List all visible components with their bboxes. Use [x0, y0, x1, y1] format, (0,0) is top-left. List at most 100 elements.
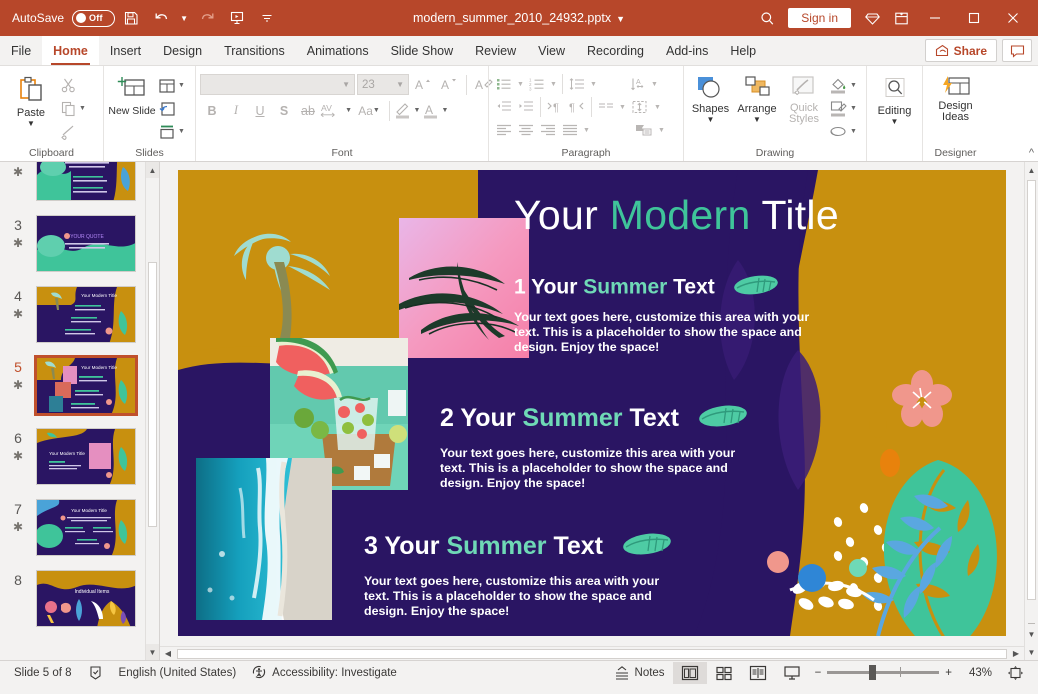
- thumbnail-slide-2[interactable]: 2 ✱ Your Modern Title: [0, 162, 145, 209]
- thumbnail-slide-6[interactable]: 6 ✱ Your Modern Title: [0, 422, 145, 493]
- align-text-dropdown-icon[interactable]: ▼: [652, 104, 663, 111]
- copy-button[interactable]: ▼: [58, 97, 88, 120]
- increase-indent-button[interactable]: [515, 96, 537, 118]
- section-2-body[interactable]: Your text goes here, customize this area…: [440, 446, 750, 491]
- thumbnail-image-3[interactable]: YOUR QUOTE: [36, 215, 136, 272]
- thumbnail-scroll-up-icon[interactable]: ▲: [146, 162, 159, 178]
- thumbnail-image-2[interactable]: Your Modern Title: [36, 162, 136, 201]
- thumbnail-image-4[interactable]: Your Modern Title: [36, 286, 136, 343]
- next-slide-icon[interactable]: ▼: [1025, 644, 1038, 660]
- thumbnail-image-5[interactable]: Your Modern Title: [36, 357, 136, 414]
- font-name-dropdown-icon[interactable]: ▼: [342, 80, 350, 89]
- shape-fill-dropdown-icon[interactable]: ▼: [850, 82, 857, 89]
- tab-help[interactable]: Help: [719, 36, 767, 65]
- bold-button[interactable]: B: [200, 99, 224, 122]
- columns-dropdown-icon[interactable]: ▼: [617, 104, 628, 111]
- font-size-input[interactable]: 23 ▼: [357, 74, 409, 95]
- zoom-in-button[interactable]: +: [945, 667, 952, 679]
- zoom-out-button[interactable]: −: [815, 667, 822, 679]
- thumbnail-scrollbar[interactable]: ▲ ▼: [145, 162, 159, 660]
- thumbnail-image-8[interactable]: Individual Items: [36, 570, 136, 627]
- align-center-button[interactable]: [515, 119, 537, 141]
- reset-button[interactable]: [156, 97, 187, 120]
- align-left-button[interactable]: [493, 119, 515, 141]
- ribbon-display-options-icon[interactable]: [887, 5, 915, 31]
- collapse-ribbon-button[interactable]: ^: [1029, 147, 1034, 159]
- slide-canvas-area[interactable]: Your Modern Title 1 Your Summer Text You…: [160, 162, 1024, 646]
- tab-review[interactable]: Review: [464, 36, 527, 65]
- section-dropdown-icon[interactable]: ▼: [178, 128, 185, 135]
- scroll-right-icon[interactable]: ▶: [1008, 649, 1024, 658]
- thumbnail-image-6[interactable]: Your Modern Title: [36, 428, 136, 485]
- thumbnail-slide-4[interactable]: 4 ✱ Your Modern Title: [0, 280, 145, 351]
- tab-home[interactable]: Home: [42, 36, 99, 65]
- align-text-button[interactable]: [628, 96, 652, 118]
- text-highlight-button[interactable]: ▼: [393, 99, 421, 122]
- cut-button[interactable]: [58, 74, 88, 97]
- shape-outline-dropdown-icon[interactable]: ▼: [850, 105, 857, 112]
- rtl-direction-button[interactable]: ¶: [566, 96, 588, 118]
- tab-view[interactable]: View: [527, 36, 576, 65]
- close-button[interactable]: [994, 3, 1032, 33]
- ocean-beach-photo[interactable]: [196, 458, 332, 620]
- line-spacing-dropdown-icon[interactable]: ▼: [588, 81, 599, 88]
- zoom-slider-handle[interactable]: [869, 665, 876, 680]
- change-case-button[interactable]: Aa ▼: [352, 99, 386, 122]
- slide-editing-surface[interactable]: Your Modern Title 1 Your Summer Text You…: [178, 170, 1006, 636]
- thumbnail-slide-8[interactable]: 8 Individual Items: [0, 564, 145, 635]
- editing-dropdown-icon[interactable]: ▼: [891, 118, 899, 126]
- horizontal-scroll-thumb[interactable]: [177, 649, 1007, 659]
- line-spacing-button[interactable]: [566, 73, 588, 95]
- palm-sky-photo[interactable]: [399, 218, 529, 358]
- font-color-button[interactable]: A ▼: [421, 99, 449, 122]
- text-direction-dropdown-icon[interactable]: ▼: [649, 81, 660, 88]
- text-shadow-button[interactable]: S: [272, 99, 296, 122]
- zoom-control[interactable]: − + 43%: [809, 667, 998, 679]
- slide-show-button[interactable]: [775, 662, 809, 684]
- arrange-button[interactable]: Arrange ▼: [733, 72, 781, 124]
- save-icon[interactable]: [117, 5, 145, 31]
- shapes-dropdown-icon[interactable]: ▼: [707, 116, 715, 124]
- start-presentation-icon[interactable]: [223, 5, 251, 31]
- convert-to-smartart-button[interactable]: [632, 119, 656, 141]
- tab-recording[interactable]: Recording: [576, 36, 655, 65]
- scroll-down-icon[interactable]: ▼: [1025, 626, 1038, 642]
- font-size-dropdown-icon[interactable]: ▼: [396, 80, 404, 89]
- search-icon[interactable]: [753, 5, 781, 31]
- section-1-heading[interactable]: 1 Your Summer Text: [514, 274, 779, 302]
- slide-thumbnail-pane[interactable]: 2 ✱ Your Modern Title: [0, 162, 160, 660]
- bullets-dropdown-icon[interactable]: ▼: [515, 81, 526, 88]
- thumbnail-slide-7[interactable]: 7 ✱ Your Modern Title: [0, 493, 145, 564]
- scroll-left-icon[interactable]: ◀: [160, 649, 176, 658]
- change-case-dropdown-icon[interactable]: ▼: [373, 107, 380, 114]
- decrease-font-size-button[interactable]: A: [437, 73, 461, 96]
- section-2-heading[interactable]: 2 Your Summer Text: [440, 404, 748, 435]
- share-button[interactable]: Share: [925, 39, 997, 62]
- tab-add-ins[interactable]: Add-ins: [655, 36, 719, 65]
- comments-button[interactable]: [1002, 39, 1032, 62]
- vertical-scrollbar[interactable]: ▲ ▼ ▼: [1024, 162, 1038, 660]
- arrange-dropdown-icon[interactable]: ▼: [753, 116, 761, 124]
- fit-to-window-button[interactable]: [998, 662, 1032, 684]
- text-direction-button[interactable]: A: [627, 73, 649, 95]
- maximize-button[interactable]: [955, 3, 993, 33]
- layout-button[interactable]: ▼: [156, 74, 187, 97]
- tab-slide-show[interactable]: Slide Show: [380, 36, 465, 65]
- justify-dropdown-icon[interactable]: ▼: [581, 127, 592, 134]
- new-slide-button[interactable]: New Slide: [108, 71, 156, 117]
- editing-button[interactable]: Editing ▼: [871, 74, 918, 126]
- font-name-input[interactable]: ▼: [200, 74, 355, 95]
- thumbnail-slide-5[interactable]: 5 ✱ Your Modern Tit: [0, 351, 145, 422]
- vertical-scroll-thumb[interactable]: [1027, 180, 1036, 600]
- autosave-toggle[interactable]: Off: [72, 10, 115, 27]
- copy-dropdown-icon[interactable]: ▼: [79, 105, 86, 112]
- thumbnail-scroll-down-icon[interactable]: ▼: [146, 644, 159, 660]
- undo-dropdown-icon[interactable]: ▼: [177, 5, 191, 31]
- columns-button[interactable]: [595, 96, 617, 118]
- reading-view-button[interactable]: [741, 662, 775, 684]
- design-ideas-button[interactable]: Design Ideas: [927, 72, 984, 123]
- slide-title[interactable]: Your Modern Title: [514, 192, 839, 239]
- strikethrough-button[interactable]: ab: [296, 99, 320, 122]
- slide-counter[interactable]: Slide 5 of 8: [6, 661, 80, 684]
- character-spacing-dropdown-icon[interactable]: ▼: [345, 107, 352, 114]
